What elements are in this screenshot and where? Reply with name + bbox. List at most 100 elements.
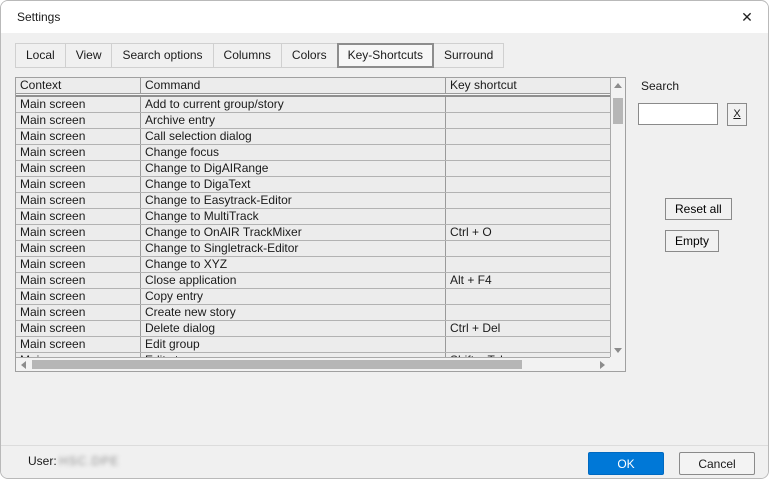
column-header-command[interactable]: Command (141, 78, 446, 93)
user-label: User: (28, 454, 57, 468)
table-cell (446, 257, 610, 272)
table-cell: Main screen (16, 177, 141, 192)
table-cell: Main screen (16, 305, 141, 320)
table-row[interactable]: Main screenChange to DigAIRange (16, 161, 610, 177)
table-row[interactable]: Main screenChange to Singletrack-Editor (16, 241, 610, 257)
tab-view[interactable]: View (65, 43, 113, 68)
tab-colors[interactable]: Colors (281, 43, 338, 68)
table-cell (446, 209, 610, 224)
ok-button[interactable]: OK (588, 452, 664, 475)
table-cell: Main screen (16, 257, 141, 272)
shortcut-table: Context Command Key shortcut Main screen… (15, 77, 626, 372)
table-cell: Change to DigaText (141, 177, 446, 192)
table-cell: Main screen (16, 337, 141, 352)
scroll-left-button[interactable] (16, 358, 31, 372)
table-rows: Main screenAdd to current group/storyMai… (16, 97, 610, 357)
table-row[interactable]: Main screenChange to Easytrack-Editor (16, 193, 610, 209)
tab-surround[interactable]: Surround (433, 43, 504, 68)
table-row[interactable]: Main screenDelete dialogCtrl + Del (16, 321, 610, 337)
table-cell: Change to Singletrack-Editor (141, 241, 446, 256)
column-header-context[interactable]: Context (16, 78, 141, 93)
tab-bar: Local View Search options Columns Colors… (15, 43, 504, 68)
clear-icon: X (733, 108, 740, 120)
cancel-button[interactable]: Cancel (679, 452, 755, 475)
table-cell: Change to DigAIRange (141, 161, 446, 176)
table-cell: Main screen (16, 273, 141, 288)
scroll-right-button[interactable] (595, 358, 610, 372)
table-cell: Change to Easytrack-Editor (141, 193, 446, 208)
search-input[interactable] (638, 103, 718, 125)
arrow-up-icon (614, 83, 622, 88)
titlebar: Settings ✕ (1, 1, 768, 33)
table-cell: Alt + F4 (446, 273, 610, 288)
scroll-up-button[interactable] (611, 78, 625, 92)
table-cell (446, 97, 610, 112)
vertical-scrollbar[interactable] (610, 78, 625, 357)
table-cell: Edit group (141, 337, 446, 352)
table-row[interactable]: Main screenCreate new story (16, 305, 610, 321)
arrow-down-icon (614, 348, 622, 353)
tab-search-options[interactable]: Search options (111, 43, 213, 68)
table-cell: Main screen (16, 225, 141, 240)
table-cell: Main screen (16, 241, 141, 256)
table-cell (446, 241, 610, 256)
arrow-right-icon (600, 361, 605, 369)
table-row[interactable]: Main screenChange focus (16, 145, 610, 161)
table-cell (446, 289, 610, 304)
table-cell: Main screen (16, 97, 141, 112)
table-cell: Main screen (16, 193, 141, 208)
table-cell: Main screen (16, 209, 141, 224)
shortcut-table-viewport: Context Command Key shortcut Main screen… (16, 78, 610, 357)
table-header-row: Context Command Key shortcut (16, 78, 610, 94)
table-cell: Call selection dialog (141, 129, 446, 144)
table-cell: Create new story (141, 305, 446, 320)
table-cell: Change to MultiTrack (141, 209, 446, 224)
table-cell (446, 305, 610, 320)
table-row[interactable]: Main screenEdit group (16, 337, 610, 353)
reset-all-button[interactable]: Reset all (665, 198, 732, 220)
table-cell: Change to XYZ (141, 257, 446, 272)
vertical-scrollbar-thumb[interactable] (613, 98, 623, 124)
table-cell: Close application (141, 273, 446, 288)
table-cell: Main screen (16, 113, 141, 128)
window-title: Settings (17, 10, 60, 24)
table-cell: Main screen (16, 321, 141, 336)
table-cell: Main screen (16, 161, 141, 176)
close-button[interactable]: ✕ (732, 3, 762, 31)
table-row[interactable]: Main screenChange to OnAIR TrackMixerCtr… (16, 225, 610, 241)
table-cell: Ctrl + Del (446, 321, 610, 336)
table-cell (446, 337, 610, 352)
arrow-left-icon (21, 361, 26, 369)
table-cell: Ctrl + O (446, 225, 610, 240)
table-cell: Main screen (16, 289, 141, 304)
horizontal-scrollbar-thumb[interactable] (32, 360, 522, 369)
clear-search-button[interactable]: X (727, 103, 747, 126)
table-cell: Copy entry (141, 289, 446, 304)
table-cell (446, 129, 610, 144)
horizontal-scrollbar[interactable] (16, 357, 610, 371)
table-cell (446, 145, 610, 160)
tab-key-shortcuts[interactable]: Key-Shortcuts (337, 43, 434, 68)
table-row[interactable]: Main screenChange to MultiTrack (16, 209, 610, 225)
table-cell: Change focus (141, 145, 446, 160)
column-header-key-shortcut[interactable]: Key shortcut (446, 78, 610, 93)
scrollbar-corner (610, 357, 625, 371)
footer: User: HSC.DPE OK Cancel (1, 445, 768, 478)
empty-button[interactable]: Empty (665, 230, 719, 252)
table-cell: Delete dialog (141, 321, 446, 336)
table-row[interactable]: Main screenArchive entry (16, 113, 610, 129)
table-cell (446, 113, 610, 128)
table-cell (446, 193, 610, 208)
tab-local[interactable]: Local (15, 43, 66, 68)
table-row[interactable]: Main screenClose applicationAlt + F4 (16, 273, 610, 289)
table-cell: Main screen (16, 145, 141, 160)
table-row[interactable]: Main screenAdd to current group/story (16, 97, 610, 113)
tab-columns[interactable]: Columns (213, 43, 282, 68)
table-row[interactable]: Main screenCall selection dialog (16, 129, 610, 145)
user-value: HSC.DPE (59, 454, 119, 468)
table-cell: Change to OnAIR TrackMixer (141, 225, 446, 240)
table-row[interactable]: Main screenChange to XYZ (16, 257, 610, 273)
table-row[interactable]: Main screenChange to DigaText (16, 177, 610, 193)
scroll-down-button[interactable] (611, 343, 625, 357)
table-row[interactable]: Main screenCopy entry (16, 289, 610, 305)
